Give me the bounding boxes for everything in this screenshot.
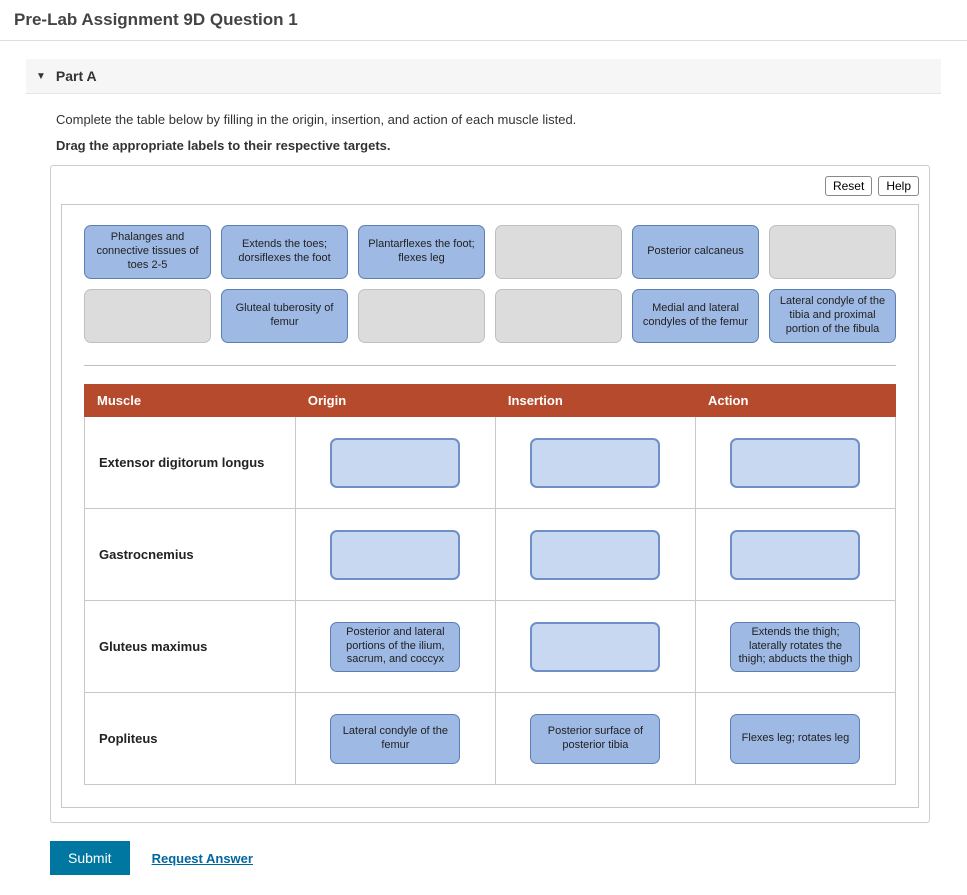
col-action: Action [695, 385, 895, 417]
action-cell [695, 509, 895, 601]
action-cell: Flexes leg; rotates leg [695, 693, 895, 785]
content-area: ▼ Part A Complete the table below by fil… [0, 41, 967, 895]
origin-cell [295, 509, 495, 601]
table-row: Gluteus maximus Posterior and lateral por… [85, 601, 896, 693]
empty-label-slot [769, 225, 896, 279]
drop-target[interactable] [530, 530, 660, 580]
drop-target[interactable] [330, 530, 460, 580]
footer-row: Submit Request Answer [50, 841, 941, 875]
draggable-label[interactable]: Medial and lateral condyles of the femur [632, 289, 759, 343]
muscle-name-cell: Gastrocnemius [85, 509, 296, 601]
help-button[interactable]: Help [878, 176, 919, 196]
drop-target[interactable] [730, 530, 860, 580]
drag-hint: Drag the appropriate labels to their res… [56, 136, 941, 156]
drop-target[interactable] [530, 438, 660, 488]
draggable-label[interactable]: Phalanges and connective tissues of toes… [84, 225, 211, 279]
intro-text: Complete the table below by filling in t… [56, 112, 576, 127]
muscle-name-cell: Popliteus [85, 693, 296, 785]
bank-table-separator [84, 365, 896, 366]
empty-label-slot [495, 289, 622, 343]
part-header[interactable]: ▼ Part A [26, 59, 941, 94]
instructions: Complete the table below by filling in t… [26, 110, 941, 155]
empty-label-slot [358, 289, 485, 343]
activity-canvas: Reset Help Phalanges and connective tiss… [50, 165, 930, 823]
origin-cell: Lateral condyle of the femur [295, 693, 495, 785]
muscle-table: Muscle Origin Insertion Action Extensor … [84, 384, 896, 785]
col-origin: Origin [295, 385, 495, 417]
draggable-label[interactable]: Lateral condyle of the tibia and proxima… [769, 289, 896, 343]
insertion-cell [495, 509, 695, 601]
empty-label-slot [495, 225, 622, 279]
col-muscle: Muscle [85, 385, 296, 417]
collapse-triangle-icon[interactable]: ▼ [36, 71, 46, 82]
drop-target[interactable] [530, 622, 660, 672]
placed-label[interactable]: Extends the thigh; laterally rotates the… [730, 622, 860, 672]
draggable-label[interactable]: Extends the toes; dorsiflexes the foot [221, 225, 348, 279]
page-title: Pre-Lab Assignment 9D Question 1 [0, 0, 967, 41]
label-bank: Phalanges and connective tissues of toes… [84, 225, 896, 343]
placed-label[interactable]: Posterior surface of posterior tibia [530, 714, 660, 764]
submit-button[interactable]: Submit [50, 841, 130, 875]
draggable-label[interactable]: Posterior calcaneus [632, 225, 759, 279]
placed-label[interactable]: Flexes leg; rotates leg [730, 714, 860, 764]
muscle-name-cell: Gluteus maximus [85, 601, 296, 693]
muscle-name-cell: Extensor digitorum longus [85, 417, 296, 509]
empty-label-slot [84, 289, 211, 343]
table-row: Popliteus Lateral condyle of the femur Pos… [85, 693, 896, 785]
insertion-cell: Posterior surface of posterior tibia [495, 693, 695, 785]
insertion-cell [495, 601, 695, 693]
placed-label[interactable]: Lateral condyle of the femur [330, 714, 460, 764]
placed-label[interactable]: Posterior and lateral portions of the il… [330, 622, 460, 672]
reset-button[interactable]: Reset [825, 176, 872, 196]
origin-cell: Posterior and lateral portions of the il… [295, 601, 495, 693]
table-row: Gastrocnemius [85, 509, 896, 601]
action-cell: Extends the thigh; laterally rotates the… [695, 601, 895, 693]
col-insertion: Insertion [495, 385, 695, 417]
request-answer-link[interactable]: Request Answer [152, 851, 253, 866]
insertion-cell [495, 417, 695, 509]
draggable-label[interactable]: Plantarflexes the foot; flexes leg [358, 225, 485, 279]
origin-cell [295, 417, 495, 509]
table-row: Extensor digitorum longus [85, 417, 896, 509]
part-label: Part A [56, 68, 97, 84]
action-cell [695, 417, 895, 509]
drop-target[interactable] [330, 438, 460, 488]
drop-target[interactable] [730, 438, 860, 488]
drag-stage: Phalanges and connective tissues of toes… [61, 204, 919, 808]
draggable-label[interactable]: Gluteal tuberosity of femur [221, 289, 348, 343]
